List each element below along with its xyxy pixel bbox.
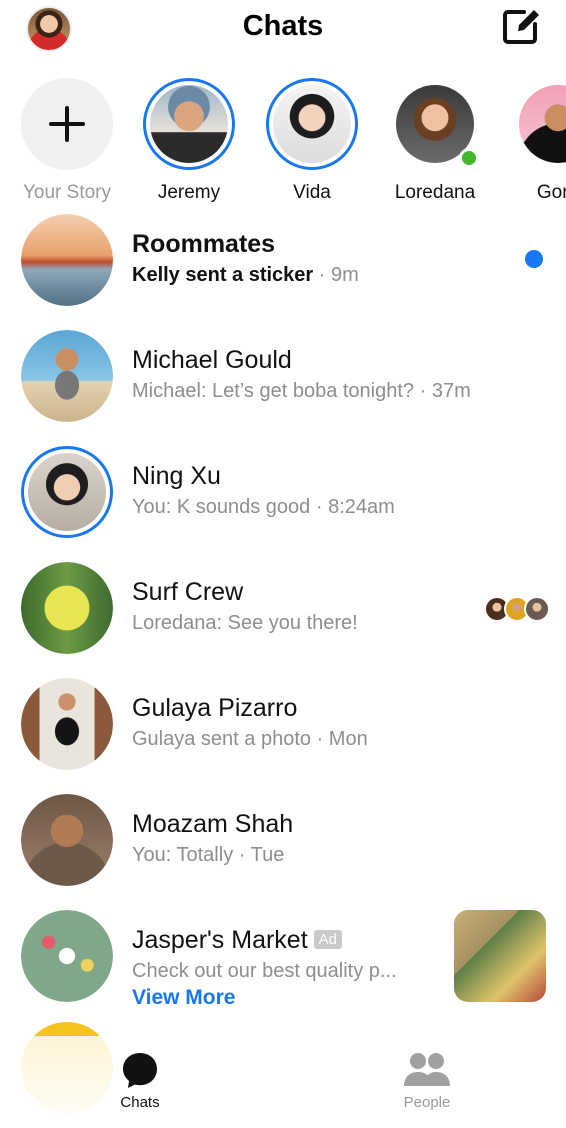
view-more-link[interactable]: View More (132, 986, 235, 1010)
tab-bar: Chats People (0, 1036, 566, 1128)
story-name: Your Story (22, 182, 111, 203)
avatar (519, 85, 566, 163)
chat-name: Roommates (132, 230, 276, 258)
tab-label: Chats (120, 1094, 160, 1111)
story-name: Gord (536, 182, 566, 203)
tab-chats[interactable]: Chats (90, 1050, 190, 1111)
compose-icon[interactable] (500, 6, 542, 46)
story-ring (512, 78, 566, 170)
chat-preview: Gulaya sent a photo · Mon (132, 728, 368, 750)
tab-people[interactable]: People (377, 1050, 477, 1111)
chat-preview: Loredana: See you there! (132, 612, 358, 634)
story-your-story[interactable]: Your Story (11, 78, 123, 204)
ad-badge: Ad (313, 930, 343, 949)
chat-preview: Check out our best quality p... (132, 960, 397, 982)
chat-row-gulaya-pizarro[interactable]: Gulaya Pizarro Gulaya sent a photo · Mon (0, 678, 566, 778)
chat-preview: Michael: Let’s get boba tonight? · 37m (132, 380, 471, 402)
avatar (273, 85, 351, 163)
story-name: Jeremy (157, 182, 221, 203)
chat-row-ning-xu[interactable]: Ning Xu You: K sounds good · 8:24am (0, 446, 566, 546)
plus-icon (21, 78, 113, 170)
chat-preview: Kelly sent a sticker · 9m (132, 264, 359, 286)
ad-image[interactable] (454, 910, 546, 1002)
chat-preview: You: K sounds good · 8:24am (132, 496, 395, 518)
tab-label: People (403, 1094, 451, 1111)
avatar (150, 85, 228, 163)
chat-name: Gulaya Pizarro (132, 694, 298, 722)
story-loredana[interactable]: Loredana (379, 78, 491, 204)
seen-avatars (484, 596, 550, 622)
add-story-ring (21, 78, 113, 170)
avatar (21, 214, 113, 306)
chat-preview: You: Totally · Tue (132, 844, 285, 866)
story-ring (143, 78, 235, 170)
online-indicator (459, 148, 479, 168)
stories-row: Your Story Jeremy Vida Loredana Gord (0, 78, 566, 214)
chat-row-ad-jaspers-market[interactable]: Jasper's Market Ad Check out our best qua… (0, 910, 566, 1020)
header: Chats (0, 0, 566, 60)
story-jeremy[interactable]: Jeremy (133, 78, 245, 204)
unread-indicator (525, 250, 543, 268)
chat-row-surf-crew[interactable]: Surf Crew Loredana: See you there! (0, 562, 566, 662)
chat-name: Ning Xu (132, 462, 221, 490)
avatar (21, 562, 113, 654)
story-name: Loredana (394, 182, 476, 203)
avatar (21, 678, 113, 770)
story-ring (389, 78, 481, 170)
avatar (21, 910, 113, 1002)
chat-row-moazam-shah[interactable]: Moazam Shah You: Totally · Tue (0, 794, 566, 894)
story-ring (266, 78, 358, 170)
avatar (21, 446, 113, 538)
chat-bubble-icon (123, 1053, 157, 1088)
chat-row-michael-gould[interactable]: Michael Gould Michael: Let’s get boba to… (0, 330, 566, 430)
chat-name: Surf Crew (132, 578, 244, 606)
avatar (21, 330, 113, 422)
story-name: Vida (293, 182, 331, 203)
page-title: Chats (242, 10, 324, 42)
chat-name: Moazam Shah (132, 810, 294, 838)
avatar (21, 794, 113, 886)
chat-name: Michael Gould (132, 346, 292, 374)
chat-row-roommates[interactable]: Roommates Kelly sent a sticker · 9m (0, 214, 566, 314)
chat-name: Jasper's Market Ad (132, 926, 343, 955)
story-vida[interactable]: Vida (256, 78, 368, 204)
people-icon (404, 1053, 450, 1086)
seen-avatar (524, 596, 550, 622)
story-gord[interactable]: Gord (502, 78, 566, 204)
